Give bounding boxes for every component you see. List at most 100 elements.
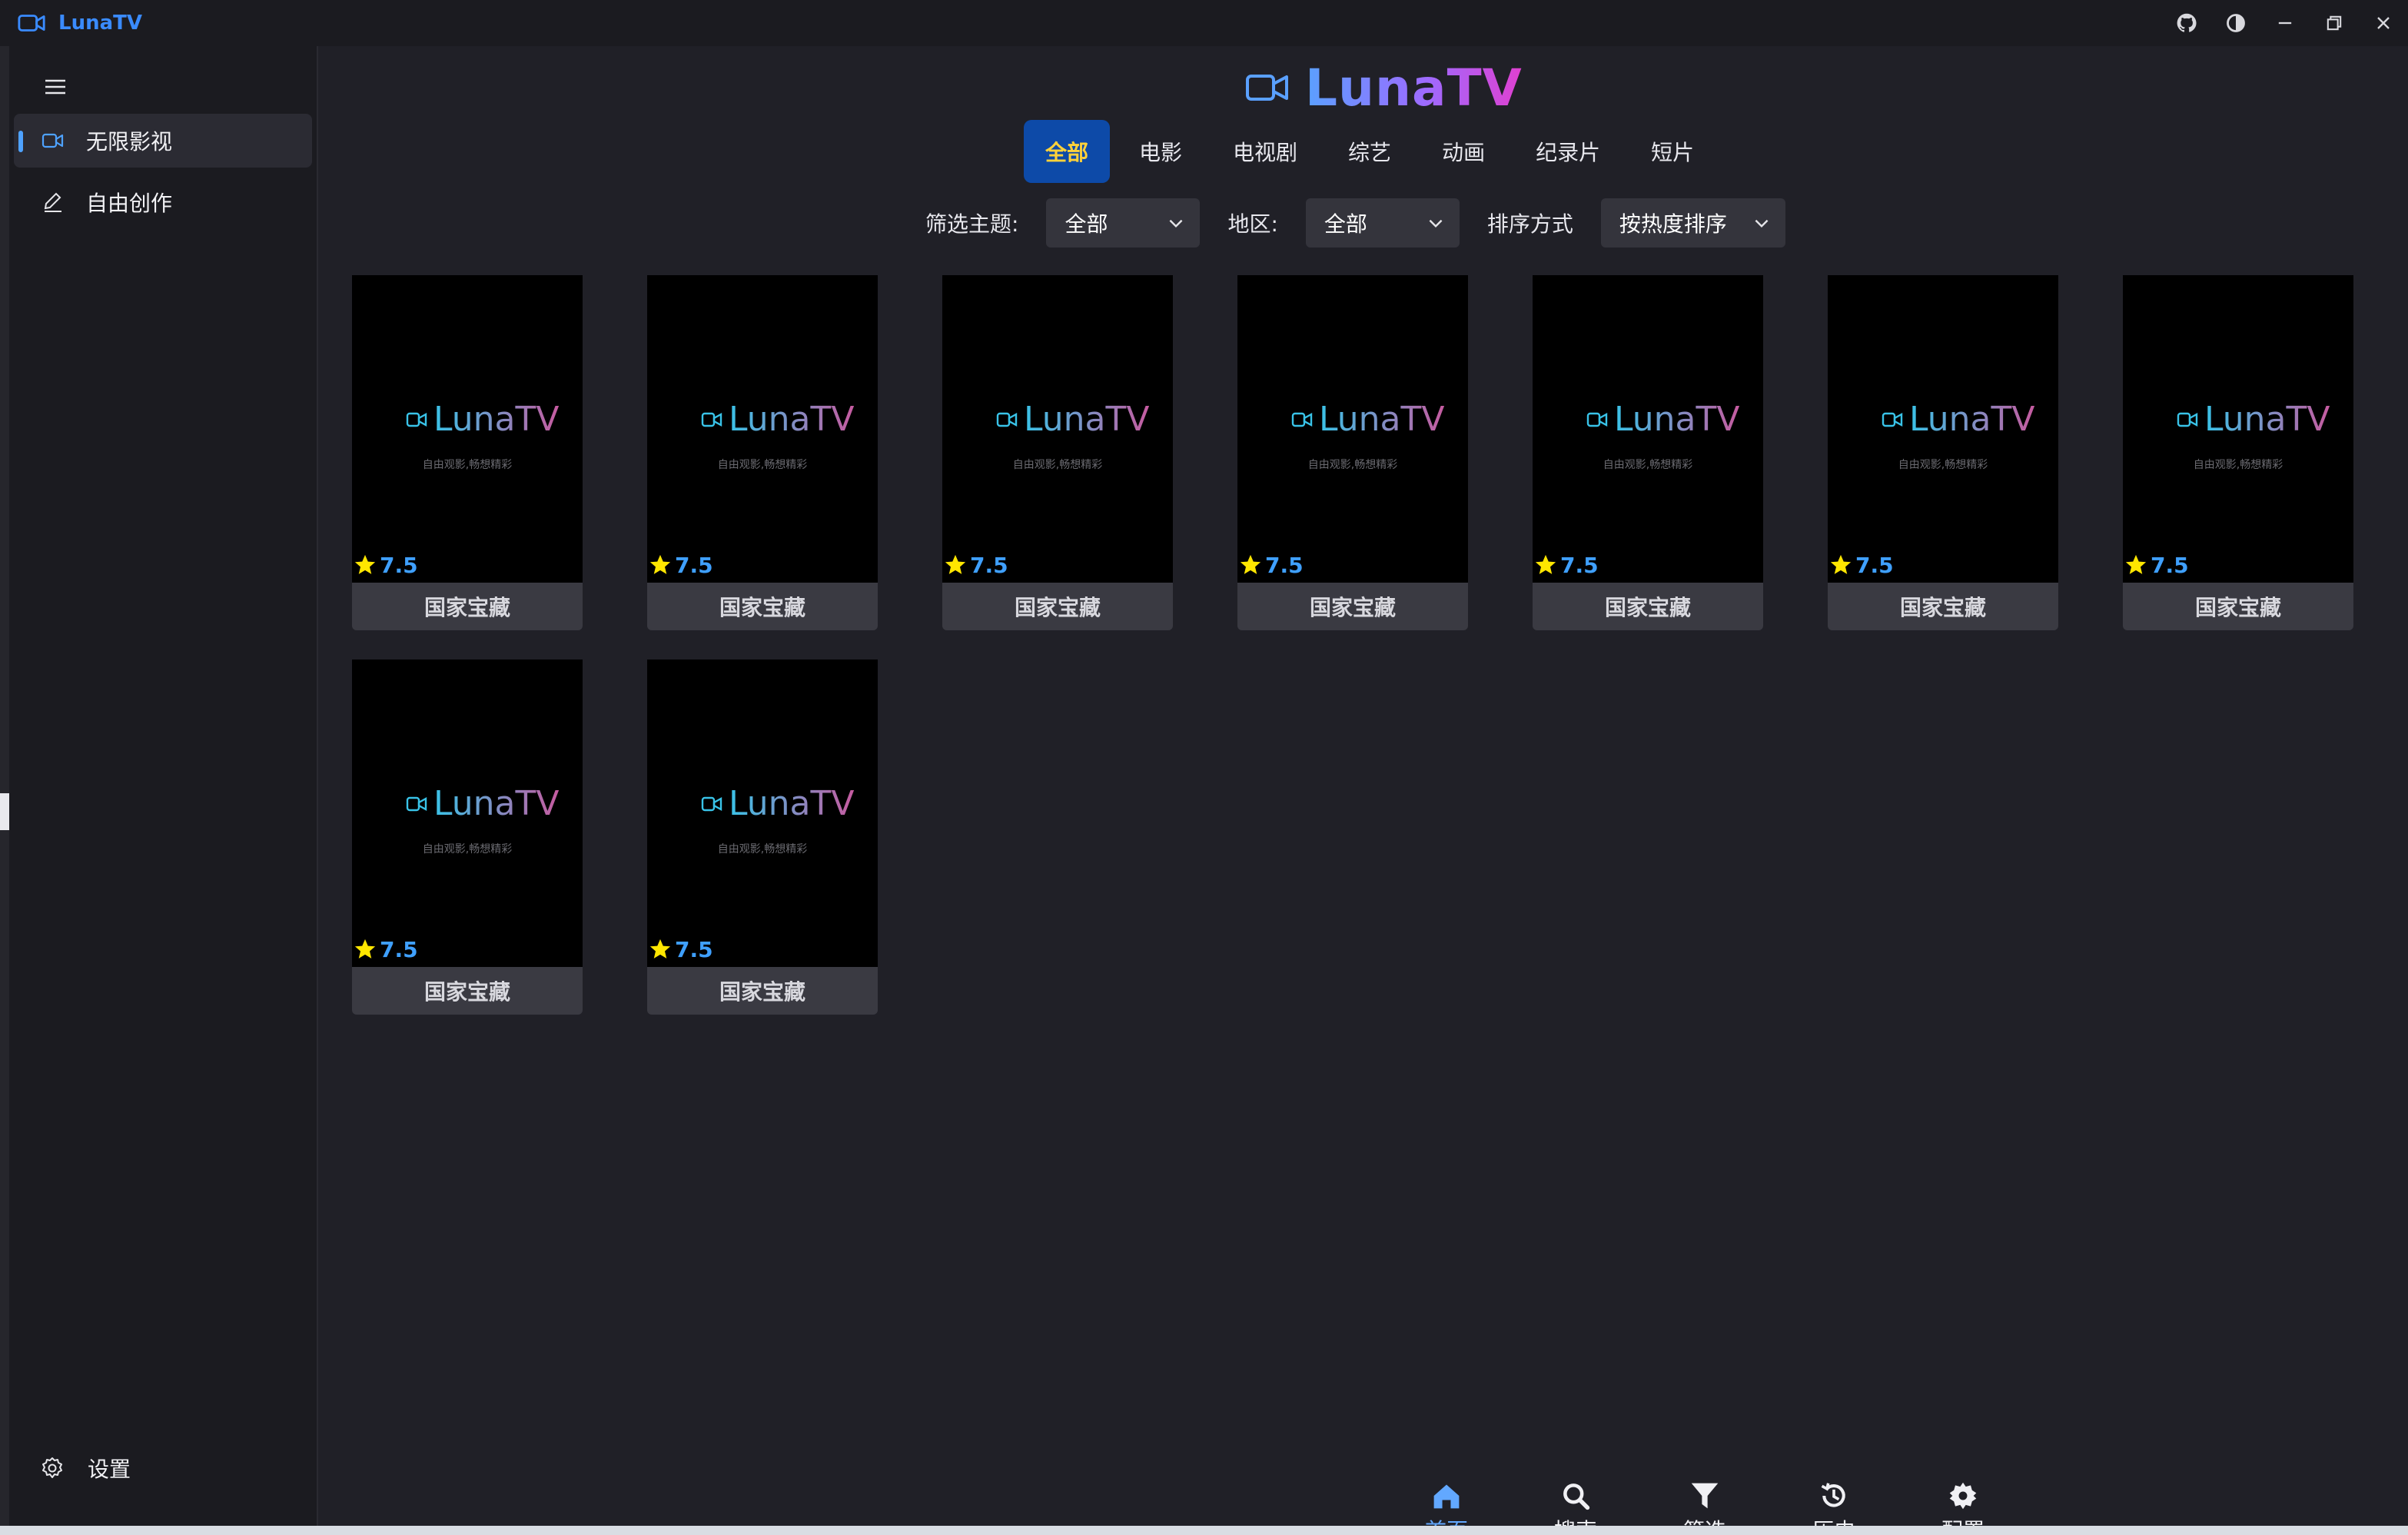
tab-short[interactable]: 短片: [1629, 120, 1715, 183]
card-title: 国家宝藏: [647, 967, 878, 1015]
theme-icon: [2227, 14, 2245, 32]
poster-brand: LunaTV: [1909, 400, 2035, 439]
sidebar-item-create[interactable]: 自由创作: [14, 175, 312, 229]
settings-label: 设置: [88, 1457, 131, 1482]
media-card[interactable]: LunaTV 自由观影,畅想精彩 7.5 国家宝藏: [352, 660, 583, 1016]
theme-toggle-button[interactable]: [2211, 0, 2260, 46]
home-icon: [1433, 1484, 1460, 1509]
active-indicator: [18, 131, 23, 152]
sidebar: 无限影视 自由创作 设置: [9, 46, 317, 1526]
poster-logo: LunaTV: [1882, 400, 2034, 439]
rating-value: 7.5: [1265, 552, 1304, 578]
poster-image: LunaTV 自由观影,畅想精彩: [1533, 275, 1763, 583]
sidebar-item-label: 自由创作: [86, 191, 173, 216]
poster-image: LunaTV 自由观影,畅想精彩: [2123, 275, 2353, 583]
rating-value: 7.5: [1560, 552, 1599, 578]
nav-config[interactable]: 配置: [1898, 1430, 2028, 1535]
rating-value: 7.5: [380, 936, 418, 962]
video-camera-icon: [1291, 412, 1313, 427]
filter-bar: 筛选主题: 全部 地区: 全部 排序方式 按热度排序: [925, 198, 1785, 248]
media-card[interactable]: LunaTV 自由观影,畅想精彩 7.5 国家宝藏: [1828, 275, 2058, 632]
theme-select-value: 全部: [1065, 211, 1108, 237]
nav-home[interactable]: 首页: [1382, 1430, 1511, 1535]
media-card[interactable]: LunaTV 自由观影,畅想精彩 7.5 国家宝藏: [1237, 275, 1468, 632]
nav-search[interactable]: 搜索: [1511, 1430, 1640, 1535]
media-card[interactable]: LunaTV 自由观影,畅想精彩 7.5 国家宝藏: [647, 275, 878, 632]
media-card[interactable]: LunaTV 自由观影,畅想精彩 7.5 国家宝藏: [942, 275, 1173, 632]
pen-icon: [40, 189, 66, 215]
tab-animation[interactable]: 动画: [1420, 120, 1506, 183]
rating-value: 7.5: [2151, 552, 2189, 578]
card-title: 国家宝藏: [647, 583, 878, 630]
card-title: 国家宝藏: [942, 583, 1173, 630]
star-icon: [354, 939, 376, 959]
main-content: LunaTV 全部 电影 电视剧 综艺 动画 纪录片 短片 筛选主题: 全部 地…: [317, 46, 2408, 1535]
sort-label: 排序方式: [1486, 211, 1573, 237]
poster-slogan: 自由观影,畅想精彩: [717, 459, 808, 471]
star-icon: [649, 554, 671, 574]
poster-slogan: 自由观影,畅想精彩: [1307, 459, 1398, 471]
region-select[interactable]: 全部: [1305, 198, 1460, 248]
poster-logo: LunaTV: [701, 784, 854, 823]
rating: 7.5: [1239, 552, 1304, 578]
bottom-nav: 首页 搜索 筛选 历史 配置: [1382, 1430, 2028, 1535]
video-camera-icon: [406, 796, 427, 811]
poster-brand: LunaTV: [433, 784, 560, 823]
poster-brand: LunaTV: [1614, 400, 1740, 439]
restore-icon: [2327, 15, 2342, 31]
region-select-value: 全部: [1324, 211, 1367, 237]
tab-tv-series[interactable]: 电视剧: [1211, 120, 1319, 183]
brand-title: LunaTV: [1305, 58, 1523, 118]
poster-image: LunaTV 自由观影,畅想精彩: [1828, 275, 2058, 583]
rating-value: 7.5: [675, 552, 713, 578]
minimize-button[interactable]: [2260, 0, 2310, 46]
poster-image: LunaTV 自由观影,畅想精彩: [647, 660, 878, 967]
github-button[interactable]: [2162, 0, 2211, 46]
tab-movies[interactable]: 电影: [1118, 120, 1204, 183]
poster-brand: LunaTV: [729, 784, 855, 823]
lunatv-window: LunaTV 无限影视 自由创作 设置 LunaTV 全部 电影 电视剧 综艺 …: [0, 0, 2408, 1535]
poster-slogan: 自由观影,畅想精彩: [1603, 459, 1693, 471]
search-icon: [1563, 1484, 1590, 1510]
poster-logo: LunaTV: [1291, 400, 1444, 439]
sort-select[interactable]: 按热度排序: [1600, 198, 1785, 248]
app-name: LunaTV: [58, 12, 142, 35]
star-icon: [1240, 554, 1261, 574]
sidebar-item-settings[interactable]: 设置: [40, 1453, 131, 1484]
media-card[interactable]: LunaTV 自由观影,畅想精彩 7.5 国家宝藏: [647, 660, 878, 1016]
video-camera-icon: [701, 412, 722, 427]
video-camera-icon: [1882, 412, 1903, 427]
poster-image: LunaTV 自由观影,畅想精彩: [942, 275, 1173, 583]
media-card[interactable]: LunaTV 自由观影,畅想精彩 7.5 国家宝藏: [1533, 275, 1763, 632]
category-tabs: 全部 电影 电视剧 综艺 动画 纪录片 短片: [1024, 120, 1723, 183]
star-icon: [1830, 554, 1852, 574]
sidebar-item-videos[interactable]: 无限影视: [14, 114, 312, 168]
edge-marker: [0, 793, 9, 830]
theme-select[interactable]: 全部: [1046, 198, 1201, 248]
restore-button[interactable]: [2310, 0, 2359, 46]
gear-icon: [1949, 1482, 1977, 1510]
close-button[interactable]: [2359, 0, 2408, 46]
region-filter-label: 地区:: [1227, 211, 1278, 237]
menu-toggle-button[interactable]: [32, 68, 78, 106]
poster-logo: LunaTV: [406, 784, 559, 823]
star-icon: [354, 554, 376, 574]
close-icon: [2377, 17, 2390, 29]
poster-brand: LunaTV: [433, 400, 560, 439]
poster-brand: LunaTV: [2204, 400, 2330, 439]
nav-filter[interactable]: 筛选: [1640, 1430, 1769, 1535]
tab-documentary[interactable]: 纪录片: [1514, 120, 1622, 183]
settings-gear-icon: [42, 1457, 62, 1478]
title-bar: LunaTV: [0, 0, 2408, 46]
video-camera-icon: [18, 15, 45, 32]
media-card[interactable]: LunaTV 自由观影,畅想精彩 7.5 国家宝藏: [2123, 275, 2353, 632]
poster-slogan: 自由观影,畅想精彩: [717, 843, 808, 856]
tab-variety[interactable]: 综艺: [1327, 120, 1413, 183]
tab-all[interactable]: 全部: [1024, 120, 1111, 183]
rating: 7.5: [649, 936, 713, 962]
video-camera-icon: [2177, 412, 2198, 427]
card-title: 国家宝藏: [1237, 583, 1468, 630]
sort-select-value: 按热度排序: [1619, 211, 1727, 237]
nav-history[interactable]: 历史: [1769, 1430, 1898, 1535]
media-card[interactable]: LunaTV 自由观影,畅想精彩 7.5 国家宝藏: [352, 275, 583, 632]
